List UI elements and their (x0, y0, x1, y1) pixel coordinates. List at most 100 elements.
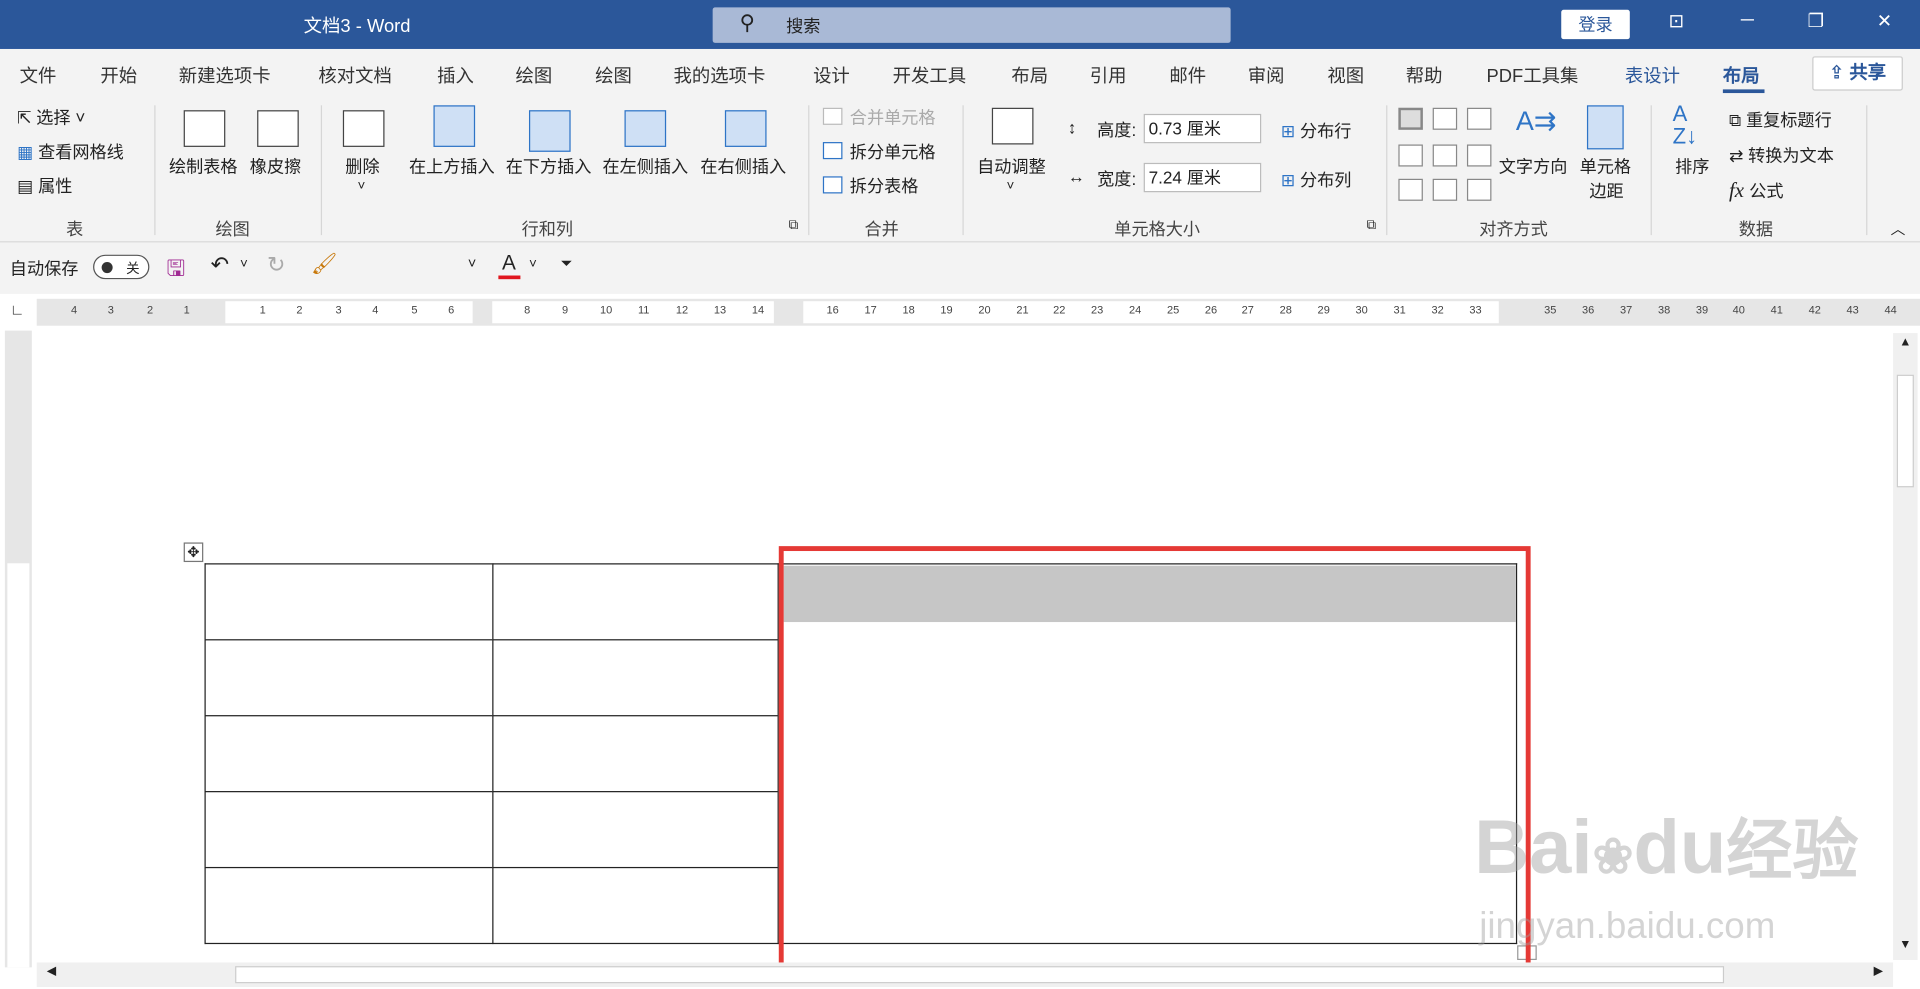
table-cell[interactable] (204, 715, 493, 792)
split-cells-button[interactable]: 拆分单元格 (850, 140, 936, 164)
table-cell[interactable] (204, 639, 493, 716)
align-top-right-icon[interactable] (1466, 107, 1492, 130)
height-input[interactable]: 0.73 厘米 (1143, 113, 1262, 144)
draw-table-button[interactable]: 绘制表格 (169, 154, 238, 178)
table-cell[interactable] (204, 866, 493, 945)
scroll-thumb[interactable] (1896, 374, 1914, 488)
scroll-down-icon[interactable]: ▼ (1896, 938, 1916, 958)
tab-check-doc[interactable]: 核对文档 (318, 62, 391, 88)
table-cell[interactable] (204, 563, 493, 640)
dialog-launcher-icon[interactable]: ⧉ (1367, 218, 1377, 234)
align-bottom-center-icon[interactable] (1432, 178, 1458, 201)
text-direction-button[interactable]: 文字方向 (1499, 154, 1568, 178)
distribute-rows-button[interactable]: ⊞ 分布行 (1281, 119, 1352, 143)
convert-text-button[interactable]: ⇄ 转换为文本 (1729, 143, 1834, 167)
repeat-header-button[interactable]: ⧉ 重复标题行 (1729, 108, 1832, 132)
undo-icon[interactable]: ↶ (211, 252, 229, 278)
ruler-number: 4 (71, 303, 78, 316)
tab-pdf[interactable]: PDF工具集 (1487, 62, 1579, 88)
cell-margins-button[interactable]: 单元格 (1580, 154, 1631, 178)
tab-table-design[interactable]: 表设计 (1625, 62, 1680, 88)
horizontal-scrollbar[interactable]: ◀ ▶ (36, 962, 1894, 987)
tab-references[interactable]: 引用 (1090, 62, 1127, 88)
insert-right-button[interactable]: 在右侧插入 (700, 154, 786, 178)
close-icon[interactable]: ✕ (1866, 10, 1903, 32)
scroll-thumb-h[interactable] (235, 966, 1725, 984)
align-bottom-left-icon[interactable] (1398, 178, 1423, 201)
table-cell[interactable] (492, 866, 778, 945)
tab-home[interactable]: 开始 (100, 62, 137, 88)
split-table-button[interactable]: 拆分表格 (850, 174, 919, 198)
search-box[interactable]: ⚲ 搜索 (712, 7, 1231, 43)
table-cell[interactable] (204, 791, 493, 867)
cell-margins-button-line2[interactable]: 边距 (1589, 179, 1623, 203)
formula-button[interactable]: fx 公式 (1729, 179, 1784, 203)
restore-icon[interactable]: ❐ (1798, 10, 1835, 32)
align-top-center-icon[interactable] (1432, 107, 1458, 130)
tab-draw-2[interactable]: 绘图 (595, 62, 632, 88)
align-middle-right-icon[interactable] (1466, 144, 1492, 167)
table-move-handle-icon[interactable]: ✥ (183, 542, 204, 563)
insert-above-button[interactable]: 在上方插入 (409, 154, 495, 178)
view-gridlines-button[interactable]: ▦ 查看网格线 (17, 140, 124, 164)
tab-design[interactable]: 设计 (813, 62, 850, 88)
properties-button[interactable]: ▤ 属性 (17, 174, 72, 198)
tab-draw[interactable]: 绘图 (516, 62, 553, 88)
insert-left-button[interactable]: 在左侧插入 (602, 154, 688, 178)
align-middle-left-icon[interactable] (1398, 144, 1423, 167)
redo-icon[interactable]: ↻ (267, 252, 285, 278)
distribute-cols-button[interactable]: ⊞ 分布列 (1281, 168, 1352, 192)
merge-cells-button[interactable]: 合并单元格 (850, 105, 936, 129)
chevron-down-icon[interactable]: ˅ (240, 257, 248, 272)
width-input[interactable]: 7.24 厘米 (1143, 162, 1262, 193)
tab-my[interactable]: 我的选项卡 (673, 62, 765, 88)
autofit-button[interactable]: 自动调整 (977, 154, 1046, 178)
tab-mailings[interactable]: 邮件 (1169, 62, 1206, 88)
align-top-left-icon[interactable] (1398, 107, 1423, 130)
align-middle-center-icon[interactable] (1432, 144, 1458, 167)
group-label-table: 表 (66, 219, 84, 239)
chevron-down-icon[interactable]: ˅ (1007, 179, 1015, 194)
tab-new[interactable]: 新建选项卡 (179, 62, 271, 88)
cursor-icon: ⇱ (17, 107, 37, 128)
align-bottom-right-icon[interactable] (1466, 178, 1492, 201)
dialog-launcher-icon[interactable]: ⧉ (789, 218, 799, 234)
chevron-down-icon[interactable]: ˅ (468, 255, 477, 272)
eraser-button[interactable]: 橡皮擦 (250, 154, 301, 178)
table-cell[interactable] (492, 639, 778, 716)
tab-review[interactable]: 审阅 (1248, 62, 1285, 88)
table-cell[interactable] (492, 715, 778, 792)
select-button[interactable]: ⇱ 选择 ˅ (17, 105, 85, 129)
scroll-left-icon[interactable]: ◀ (42, 965, 62, 985)
table-cell[interactable] (492, 791, 778, 867)
scroll-up-icon[interactable]: ▲ (1896, 336, 1916, 356)
chevron-down-icon[interactable]: ˅ (358, 179, 366, 194)
tab-developer[interactable]: 开发工具 (893, 62, 966, 88)
tab-help[interactable]: 帮助 (1406, 62, 1443, 88)
sort-button[interactable]: 排序 (1675, 154, 1709, 178)
share-button[interactable]: ⇪ 共享 (1812, 56, 1903, 91)
font-color-icon[interactable]: A (502, 251, 516, 275)
tab-table-layout[interactable]: 布局 (1723, 62, 1760, 88)
delete-button[interactable]: 删除 (345, 154, 379, 178)
collapse-ribbon-icon[interactable]: ︿ (1891, 218, 1906, 239)
table-cell[interactable] (492, 563, 778, 640)
tab-layout[interactable]: 布局 (1011, 62, 1048, 88)
tab-view[interactable]: 视图 (1327, 62, 1364, 88)
tab-selector-icon[interactable]: ∟ (7, 301, 27, 323)
login-button[interactable]: 登录 (1561, 9, 1630, 40)
customize-qat-icon[interactable]: ⏷ (561, 255, 573, 273)
save-icon[interactable]: 🖫 (167, 253, 186, 290)
tab-file[interactable]: 文件 (20, 62, 57, 88)
minimize-icon[interactable]: ─ (1729, 10, 1766, 31)
height-label: 高度: (1097, 120, 1137, 140)
vertical-scrollbar[interactable]: ▲ ▼ (1893, 333, 1918, 961)
autosave-toggle[interactable]: 关 (93, 254, 150, 280)
ribbon-display-icon[interactable]: ⊡ (1658, 10, 1695, 32)
format-painter-icon[interactable]: 🖌 (311, 252, 337, 276)
chevron-down-icon[interactable]: ˅ (529, 257, 537, 272)
tab-insert[interactable]: 插入 (437, 62, 474, 88)
scroll-right-icon[interactable]: ▶ (1869, 965, 1889, 985)
insert-below-button[interactable]: 在下方插入 (506, 154, 592, 178)
divider (808, 105, 810, 236)
